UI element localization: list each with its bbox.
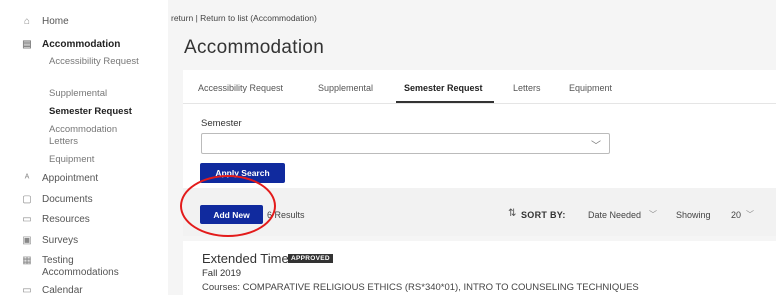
sidebar-item-accommodation[interactable]: ▤ Accommodation <box>20 39 120 50</box>
annotation-circle <box>180 175 276 237</box>
sidebar-item-label: Calendar <box>42 285 83 295</box>
tab-semester-request[interactable]: Semester Request <box>404 83 483 93</box>
breadcrumb[interactable]: return | Return to list (Accommodation) <box>171 13 317 23</box>
sidebar-item-calendar[interactable]: ▭ Calendar <box>20 285 83 295</box>
home-icon: ⌂ <box>23 16 31 27</box>
sidebar-item-testing-accommodations[interactable]: ▦ Testing Accommodations <box>20 255 160 279</box>
semester-select[interactable]: ﹀ <box>201 133 610 154</box>
sort-by-label: SORT BY: <box>521 210 566 220</box>
status-badge: APPROVED <box>288 254 333 263</box>
sidebar-subitem-accessibility-request[interactable]: Accessibility Request <box>49 56 139 68</box>
sidebar-subitem-equipment[interactable]: Equipment <box>49 154 159 166</box>
active-tab-indicator <box>396 101 494 103</box>
sidebar-item-label: Home <box>42 16 69 27</box>
sidebar-item-surveys[interactable]: ▣ Surveys <box>20 235 78 246</box>
item-courses: Courses: COMPARATIVE RELIGIOUS ETHICS (R… <box>202 282 639 293</box>
calendar-icon: ▭ <box>22 285 32 295</box>
sidebar-item-documents[interactable]: ▢ Documents <box>20 194 93 205</box>
sidebar-item-label: Testing Accommodations <box>42 255 119 278</box>
tab-letters[interactable]: Letters <box>513 83 541 93</box>
testing-icon: ▦ <box>22 255 32 266</box>
item-term: Fall 2019 <box>202 268 242 279</box>
page-size-select[interactable]: 20 <box>731 210 741 220</box>
semester-label: Semester <box>201 118 242 129</box>
resources-icon: ▭ <box>22 214 32 225</box>
sidebar-item-appointment[interactable]: ᴬ Appointment <box>20 173 98 184</box>
chevron-down-icon[interactable]: ﹀ <box>746 209 754 220</box>
sidebar: ⌂ Home ▤ Accommodation Accessibility Req… <box>0 0 168 295</box>
semester-request-panel: Accessibility Request Supplemental Semes… <box>183 70 776 198</box>
sidebar-item-home[interactable]: ⌂ Home <box>20 16 69 27</box>
sidebar-subitem-supplemental[interactable]: Supplemental <box>49 88 159 100</box>
sidebar-item-resources[interactable]: ▭ Resources <box>20 214 90 225</box>
chevron-down-icon: ﹀ <box>591 141 601 152</box>
sidebar-item-label: Documents <box>42 194 93 205</box>
sidebar-item-label: Accommodation <box>42 39 121 50</box>
sidebar-item-label: Surveys <box>42 235 79 246</box>
showing-label: Showing <box>676 210 711 220</box>
sidebar-subitem-accommodation-letters[interactable]: Accommodation Letters <box>49 124 139 148</box>
page-title: Accommodation <box>184 37 325 58</box>
tab-supplemental[interactable]: Supplemental <box>318 83 373 93</box>
sort-by-select[interactable]: Date Needed <box>588 210 641 220</box>
list-item[interactable]: Extended Time APPROVED Fall 2019 Courses… <box>183 241 776 295</box>
surveys-icon: ▣ <box>22 235 32 246</box>
chat-icon: ▤ <box>22 39 32 50</box>
tab-equipment[interactable]: Equipment <box>569 83 612 93</box>
tab-bar: Accessibility Request Supplemental Semes… <box>183 70 776 104</box>
documents-icon: ▢ <box>22 194 32 205</box>
sidebar-item-label: Resources <box>42 214 90 225</box>
item-title[interactable]: Extended Time <box>202 251 289 266</box>
appointment-icon: ᴬ <box>24 173 30 184</box>
tab-accessibility-request[interactable]: Accessibility Request <box>198 83 283 93</box>
sort-icon: ⇅ <box>508 208 517 219</box>
sidebar-item-label: Appointment <box>42 173 99 184</box>
sidebar-subitem-semester-request[interactable]: Semester Request <box>49 106 159 118</box>
main-content: return | Return to list (Accommodation) … <box>168 0 776 295</box>
chevron-down-icon[interactable]: ﹀ <box>649 209 657 220</box>
